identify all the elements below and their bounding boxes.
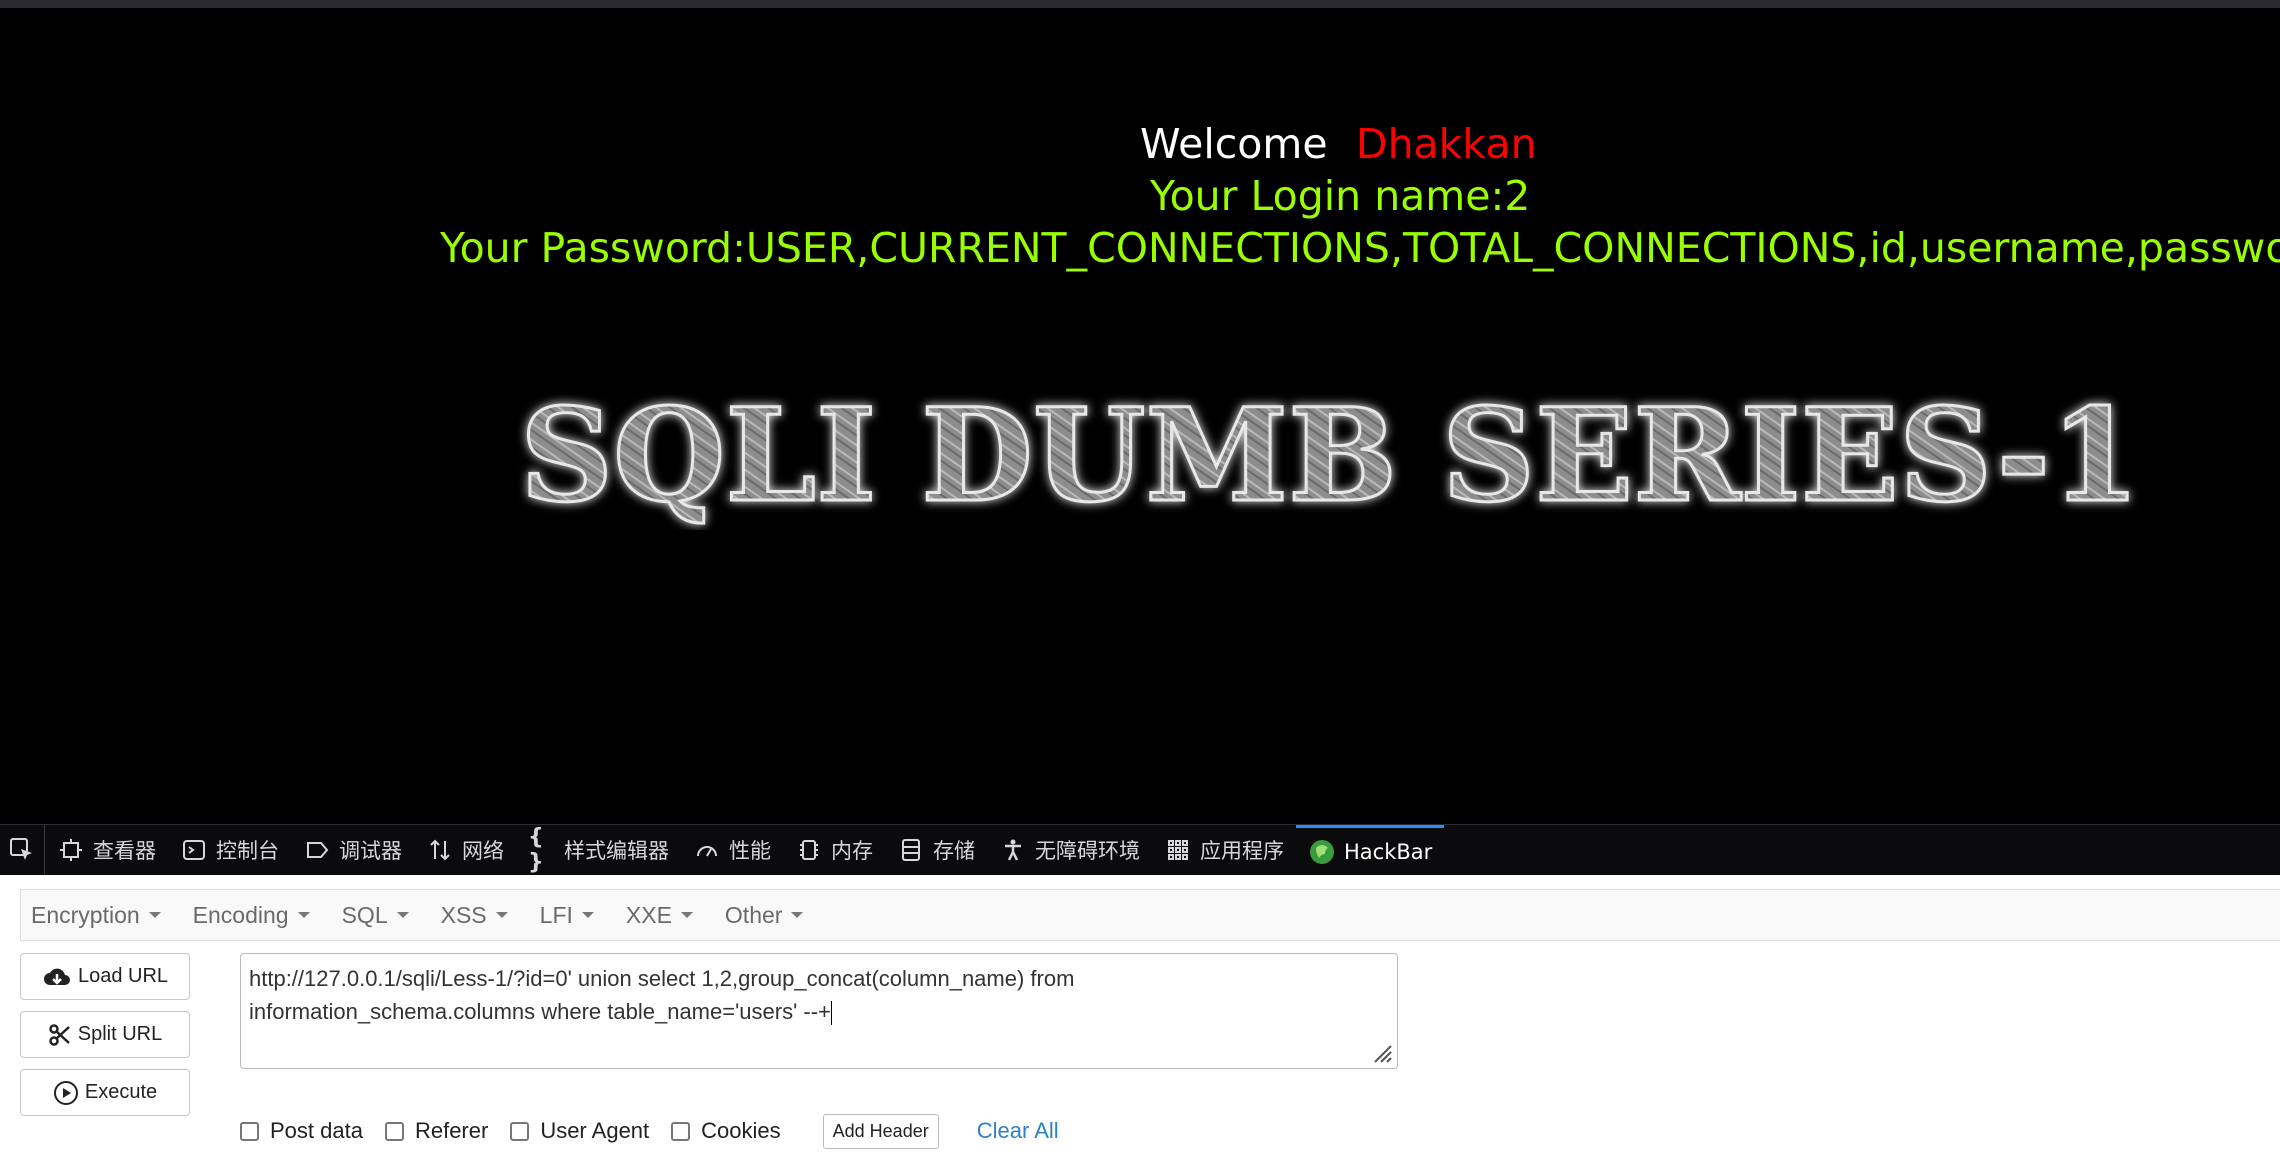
menu-xss[interactable]: XSS [441, 902, 508, 929]
accessibility-icon [999, 836, 1027, 864]
add-header-button[interactable]: Add Header [822, 1113, 939, 1149]
scissors-icon [48, 1023, 72, 1047]
menu-xss-label: XSS [440, 901, 487, 928]
tab-style-editor-label: 样式编辑器 [564, 839, 669, 863]
tab-accessibility-label: 无障碍环境 [1035, 839, 1140, 863]
user-agent-label: User Agent [540, 1118, 650, 1143]
checkbox-box[interactable] [384, 1121, 404, 1141]
tab-debugger-label: 调试器 [339, 839, 402, 863]
hackbar-icon [1308, 838, 1336, 866]
caret-down-icon [148, 912, 161, 918]
referer-label: Referer [414, 1118, 489, 1143]
user-agent-checkbox[interactable]: User Agent [510, 1118, 649, 1144]
tab-hackbar[interactable]: HackBar [1296, 825, 1445, 875]
menu-sql-label: SQL [341, 901, 388, 928]
username-label: Dhakkan [1356, 120, 1537, 168]
load-url-label: Load URL [77, 965, 169, 987]
load-url-button[interactable]: Load URL [20, 953, 190, 1000]
tab-style-editor[interactable]: { } 样式编辑器 [516, 825, 681, 875]
password-text: Your Password:USER,CURRENT_CONNECTIONS,T… [440, 224, 2280, 272]
tab-console-label: 控制台 [216, 839, 279, 863]
debugger-icon [303, 836, 331, 864]
element-picker-button[interactable] [0, 825, 45, 875]
inspector-icon [57, 836, 85, 864]
split-url-label: Split URL [77, 1023, 163, 1045]
memory-icon [795, 836, 823, 864]
execute-label: Execute [84, 1081, 158, 1103]
menu-sql[interactable]: SQL [342, 902, 409, 929]
login-name-text: Your Login name:2 [1150, 172, 1531, 220]
tab-application[interactable]: 应用程序 [1152, 825, 1296, 875]
post-data-checkbox[interactable]: Post data [240, 1118, 363, 1144]
tab-network[interactable]: 网络 [414, 825, 516, 875]
cookies-checkbox[interactable]: Cookies [671, 1118, 781, 1144]
menu-lfi[interactable]: LFI [540, 902, 594, 929]
menu-other[interactable]: Other [725, 902, 804, 929]
checkbox-box[interactable] [240, 1121, 259, 1141]
menu-lfi-label: LFI [539, 901, 573, 928]
text-cursor [830, 1001, 832, 1026]
menu-encryption[interactable]: Encryption [31, 902, 161, 929]
tab-console[interactable]: 控制台 [168, 825, 291, 875]
hackbar-menu-bar: Encryption Encoding SQL XSS LFI XXE Othe… [20, 889, 2280, 941]
network-icon [426, 836, 454, 864]
style-editor-icon: { } [528, 825, 544, 875]
split-url-button[interactable]: Split URL [20, 1011, 190, 1058]
caret-down-icon [791, 912, 804, 918]
caret-down-icon [495, 912, 508, 918]
logo-text: SQLI DUMB SERIES-1 [520, 381, 2140, 530]
performance-icon [693, 836, 721, 864]
tab-debugger[interactable]: 调试器 [291, 825, 414, 875]
menu-other-label: Other [724, 901, 783, 928]
menu-xxe[interactable]: XXE [626, 902, 693, 929]
storage-icon [897, 836, 925, 864]
url-line-1: http://127.0.0.1/sqli/Less-1/?id=0' unio… [249, 966, 1075, 991]
post-data-label: Post data [270, 1118, 363, 1143]
tab-inspector-label: 查看器 [93, 839, 156, 863]
sqli-dumb-series-logo: SQLI DUMB SERIES-1 [519, 380, 2142, 530]
tab-performance-label: 性能 [729, 839, 771, 863]
pick-element-icon [10, 838, 32, 860]
options-row: Post data Referer User Agent Cookies Add… [240, 1111, 1059, 1151]
tab-performance[interactable]: 性能 [681, 825, 783, 875]
menu-encryption-label: Encryption [31, 901, 140, 928]
tab-network-label: 网络 [462, 839, 504, 863]
caret-down-icon [297, 912, 310, 918]
url-line-2: information_schema.columns where table_n… [249, 999, 831, 1024]
referer-checkbox[interactable]: Referer [384, 1118, 489, 1144]
tab-inspector[interactable]: 查看器 [45, 825, 168, 875]
caret-down-icon [396, 912, 409, 918]
browser-top-bar [0, 0, 2280, 8]
url-textarea[interactable]: http://127.0.0.1/sqli/Less-1/?id=0' unio… [240, 953, 1398, 1069]
cloud-download-icon [42, 965, 72, 989]
cookies-label: Cookies [701, 1118, 781, 1143]
tab-application-label: 应用程序 [1200, 839, 1284, 863]
checkbox-box[interactable] [671, 1121, 691, 1141]
tab-hackbar-label: HackBar [1344, 839, 1433, 864]
console-icon [180, 836, 208, 864]
menu-encoding[interactable]: Encoding [193, 902, 310, 929]
page-content: Welcome Dhakkan Your Login name:2 Your P… [0, 8, 2280, 824]
caret-down-icon [581, 912, 594, 918]
devtools-toolbar: 查看器 控制台 调试器 网络 { } 样式编辑器 性能 内存 存储 无障碍环境 … [0, 824, 2280, 876]
hackbar-panel: Encryption Encoding SQL XSS LFI XXE Othe… [0, 875, 2280, 1164]
execute-button[interactable]: Execute [20, 1069, 190, 1116]
welcome-label: Welcome [1140, 120, 1328, 168]
application-icon [1164, 836, 1192, 864]
tab-storage-label: 存储 [933, 839, 975, 863]
checkbox-box[interactable] [510, 1121, 530, 1141]
tab-memory-label: 内存 [831, 839, 873, 863]
tab-memory[interactable]: 内存 [783, 825, 885, 875]
caret-down-icon [680, 912, 693, 918]
tab-accessibility[interactable]: 无障碍环境 [987, 825, 1152, 875]
resize-handle-icon[interactable] [1371, 1042, 1393, 1064]
menu-xxe-label: XXE [625, 901, 672, 928]
play-circle-icon [53, 1080, 79, 1106]
tab-storage[interactable]: 存储 [885, 825, 987, 875]
clear-all-link[interactable]: Clear All [977, 1118, 1059, 1144]
menu-encoding-label: Encoding [192, 901, 289, 928]
